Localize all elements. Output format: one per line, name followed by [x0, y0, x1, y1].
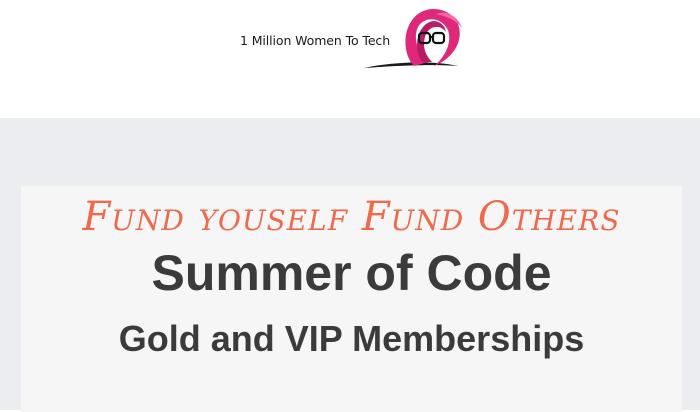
- page-title: Summer of Code: [151, 245, 552, 301]
- woman-with-glasses-icon: [364, 9, 462, 68]
- site-header: 1 Million Women To Tech: [0, 0, 700, 118]
- tagline: Fund youself Fund Others: [82, 194, 621, 240]
- hero-card: Fund youself Fund Others Summer of Code …: [21, 186, 682, 412]
- site-logo[interactable]: 1 Million Women To Tech: [236, 6, 468, 74]
- hero-section: Fund youself Fund Others Summer of Code …: [0, 118, 700, 412]
- page-subtitle: Gold and VIP Memberships: [118, 318, 585, 359]
